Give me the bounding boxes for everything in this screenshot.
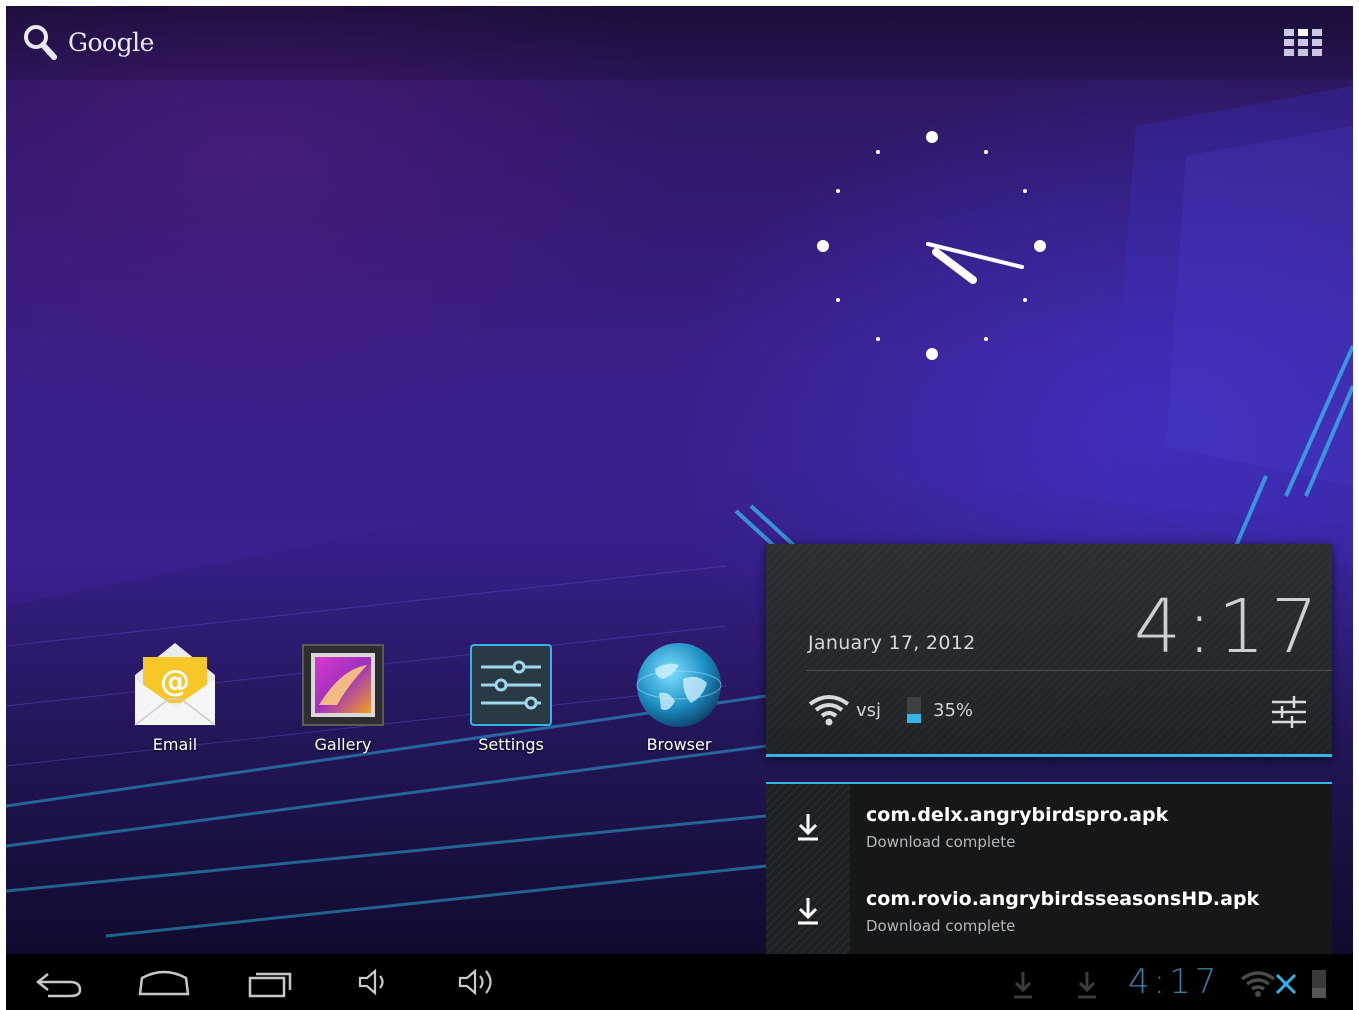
settings-icon — [470, 644, 552, 726]
system-bar: 4:17 — [6, 954, 1353, 1010]
download-icon — [798, 898, 818, 925]
email-icon: @ — [134, 643, 216, 726]
app-gallery[interactable]: Gallery — [283, 639, 403, 754]
app-label-gallery: Gallery — [314, 735, 372, 754]
browser-globe-icon — [636, 643, 722, 727]
clock-marker — [817, 240, 829, 252]
quick-settings-icon[interactable] — [1270, 694, 1308, 730]
download-icon — [798, 814, 818, 841]
app-label-settings: Settings — [478, 735, 544, 754]
analog-clock-widget[interactable] — [812, 126, 1052, 366]
app-settings[interactable]: Settings — [451, 639, 571, 754]
clock-hour-hand — [932, 248, 977, 284]
svg-text:@: @ — [160, 664, 190, 699]
top-bar: Google — [6, 6, 1353, 80]
wifi-status-icon — [1240, 971, 1276, 997]
notification-panel: January 17, 2012 4:17 vsj 35% com.delx.a… — [766, 544, 1332, 957]
clock-marker — [1034, 240, 1046, 252]
app-browser[interactable]: Browser — [619, 639, 739, 754]
battery-status-icon — [1312, 970, 1326, 998]
volume-down-icon[interactable] — [358, 966, 392, 998]
status-bar-clock[interactable]: 4:17 — [1128, 962, 1220, 1002]
google-search-label: Google — [68, 27, 154, 57]
battery-percent: 35% — [933, 699, 974, 721]
notification-header: January 17, 2012 4:17 vsj 35% — [766, 544, 1332, 757]
gallery-icon — [302, 644, 384, 726]
notification-subtitle: Download complete — [866, 833, 1016, 851]
wifi-network-name: vsj — [856, 699, 882, 721]
connectivity-row[interactable]: vsj 35% — [808, 692, 973, 728]
back-icon[interactable] — [34, 966, 84, 998]
battery-icon — [907, 697, 922, 723]
home-screen: Google @ Email Gallery Settings Browser … — [6, 6, 1353, 1010]
search-icon — [24, 25, 57, 60]
no-signal-x-icon — [1275, 973, 1297, 995]
app-label-email: Email — [152, 735, 198, 754]
recent-apps-icon[interactable] — [246, 966, 296, 998]
clock-marker — [926, 348, 938, 360]
clock-marker — [926, 131, 938, 143]
app-email[interactable]: @ Email — [115, 639, 235, 754]
all-apps-icon[interactable] — [1282, 27, 1326, 59]
home-icon[interactable] — [138, 966, 190, 998]
notification-subtitle: Download complete — [866, 917, 1016, 935]
app-label-browser: Browser — [646, 735, 712, 754]
notification-title: com.rovio.angrybirdsseasonsHD.apk — [866, 888, 1260, 910]
panel-time: 4:17 — [1133, 584, 1324, 670]
notification-item[interactable]: com.rovio.angrybirdsseasonsHD.apk Downlo… — [766, 868, 1332, 957]
download-status-icon[interactable] — [1012, 970, 1034, 1000]
notification-item[interactable]: com.delx.angrybirdspro.apk Download comp… — [766, 782, 1332, 870]
panel-divider — [806, 670, 1332, 671]
download-status-icon[interactable] — [1076, 970, 1098, 1000]
notification-icon-cell — [766, 868, 850, 954]
google-search-bar[interactable]: Google — [22, 22, 154, 62]
notification-title: com.delx.angrybirdspro.apk — [866, 804, 1169, 826]
panel-date: January 17, 2012 — [808, 632, 976, 654]
wifi-icon — [808, 695, 850, 726]
notification-icon-cell — [766, 784, 850, 870]
volume-up-icon[interactable] — [458, 966, 500, 998]
